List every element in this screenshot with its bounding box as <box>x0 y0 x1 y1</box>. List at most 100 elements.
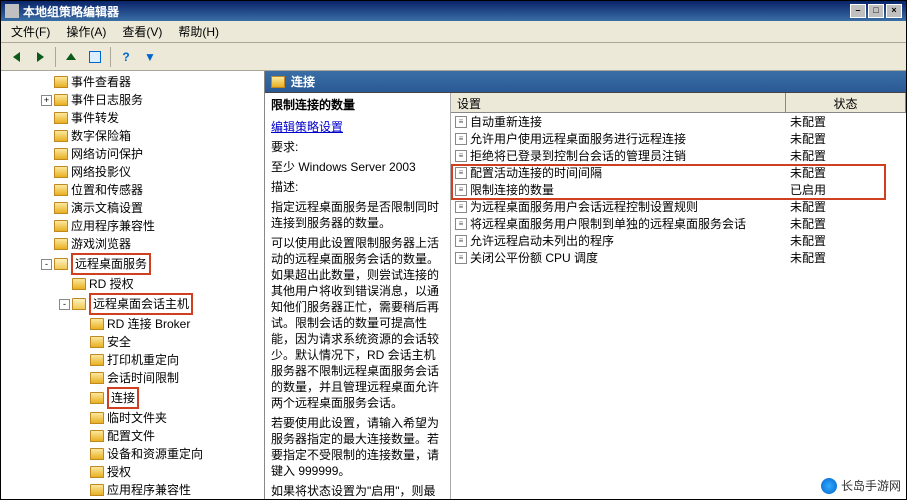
tree-item[interactable]: 临时文件夹 <box>3 409 262 427</box>
folder-icon <box>90 336 104 348</box>
desc-p1: 指定远程桌面服务是否限制同时连接到服务器的数量。 <box>271 199 444 231</box>
tree-item[interactable]: 事件查看器 <box>3 73 262 91</box>
setting-name: 将远程桌面服务用户限制到单独的远程桌面服务会话 <box>470 215 746 232</box>
setting-state: 未配置 <box>786 113 906 130</box>
tree-item[interactable]: 打印机重定向 <box>3 351 262 369</box>
show-hide-button[interactable] <box>84 46 106 68</box>
tree-label: 配置文件 <box>107 427 155 445</box>
app-icon <box>5 4 19 18</box>
tree-label: 应用程序兼容性 <box>71 217 155 235</box>
tree-label: 授权 <box>107 463 131 481</box>
menu-action[interactable]: 操作(A) <box>58 21 114 42</box>
tree-item[interactable]: 事件转发 <box>3 109 262 127</box>
back-button[interactable] <box>5 46 27 68</box>
folder-icon <box>54 202 68 214</box>
close-button[interactable]: × <box>886 4 902 18</box>
setting-row[interactable]: ≡允许用户使用远程桌面服务进行远程连接 未配置 <box>451 130 906 147</box>
setting-row[interactable]: ≡将远程桌面服务用户限制到单独的远程桌面服务会话未配置 <box>451 215 906 232</box>
tree-item[interactable]: 设备和资源重定向 <box>3 445 262 463</box>
tree-item[interactable]: 连接 <box>3 387 262 409</box>
col-state[interactable]: 状态 <box>786 93 906 112</box>
tree-item[interactable]: -远程桌面会话主机 <box>3 293 262 315</box>
menu-view[interactable]: 查看(V) <box>114 21 170 42</box>
list-rows: ≡自动重新连接未配置≡允许用户使用远程桌面服务进行远程连接未配置≡拒绝将已登录到… <box>451 113 906 499</box>
filter-icon: ▼ <box>144 50 156 64</box>
tree-pane[interactable]: 事件查看器 + 事件日志服务事件转发数字保险箱网络访问保护网络投影仪位置和传感器演示… <box>1 71 265 499</box>
tree-item[interactable]: RD 授权 <box>3 275 262 293</box>
titlebar: 本地组策略编辑器 – □ × <box>1 1 906 21</box>
folder-icon <box>54 238 68 250</box>
policy-icon: ≡ <box>455 133 467 145</box>
tree-item[interactable]: -远程桌面服务 <box>3 253 262 275</box>
desc-p4: 如果将状态设置为"启用"，则最大连接数量限制为与服务器上运行的 Windows … <box>271 483 444 499</box>
tree-item[interactable]: 授权 <box>3 463 262 481</box>
help-icon: ? <box>122 50 129 64</box>
arrow-right-icon <box>37 52 44 62</box>
folder-icon <box>54 258 68 270</box>
menu-help[interactable]: 帮助(H) <box>170 21 227 42</box>
tree-item[interactable]: + 事件日志服务 <box>3 91 262 109</box>
setting-row[interactable]: ≡允许远程启动未列出的程序未配置 <box>451 232 906 249</box>
window-title: 本地组策略编辑器 <box>23 3 850 20</box>
menu-file[interactable]: 文件(F) <box>3 21 58 42</box>
setting-row[interactable]: ≡自动重新连接未配置 <box>451 113 906 130</box>
setting-row[interactable]: ≡关闭公平份额 CPU 调度未配置 <box>451 249 906 266</box>
tree-item[interactable]: 网络访问保护 <box>3 145 262 163</box>
tree-item[interactable]: 游戏浏览器 <box>3 235 262 253</box>
setting-row[interactable]: ≡为远程桌面服务用户会话远程控制设置规则未配置 <box>451 198 906 215</box>
tree-item[interactable]: 安全 <box>3 333 262 351</box>
collapse-icon[interactable]: - <box>41 259 52 270</box>
watermark: 长岛手游网 <box>821 477 901 494</box>
tree-label: 位置和传感器 <box>71 181 143 199</box>
maximize-button[interactable]: □ <box>868 4 884 18</box>
setting-state: 未配置 <box>786 147 906 164</box>
collapse-icon[interactable]: - <box>59 299 70 310</box>
tree-item[interactable]: 应用程序兼容性 <box>3 217 262 235</box>
tree-item[interactable]: 应用程序兼容性 <box>3 481 262 499</box>
folder-icon <box>90 412 104 424</box>
folder-icon <box>72 278 86 290</box>
arrow-up-icon <box>66 53 76 60</box>
tree-label: 网络投影仪 <box>71 163 131 181</box>
expand-icon[interactable]: + <box>41 95 52 106</box>
tree-item[interactable]: 位置和传感器 <box>3 181 262 199</box>
setting-name: 关闭公平份额 CPU 调度 <box>470 249 598 266</box>
folder-icon <box>72 298 86 310</box>
help-button[interactable]: ? <box>115 46 137 68</box>
policy-icon: ≡ <box>455 252 467 264</box>
tree-item[interactable]: RD 连接 Broker <box>3 315 262 333</box>
tree-label: 临时文件夹 <box>107 409 167 427</box>
forward-button[interactable] <box>29 46 51 68</box>
app-window: 本地组策略编辑器 – □ × 文件(F) 操作(A) 查看(V) 帮助(H) ?… <box>0 0 907 500</box>
policy-icon: ≡ <box>455 184 467 196</box>
edit-policy-link[interactable]: 编辑策略设置 <box>271 120 343 134</box>
desc-p3: 若要使用此设置，请输入希望为服务器指定的最大连接数量。若要指定不受限制的连接数量… <box>271 415 444 479</box>
tree-label: 事件日志服务 <box>71 91 143 109</box>
setting-name: 允许用户使用远程桌面服务进行远程连接 <box>470 130 686 147</box>
req-label: 要求: <box>271 139 444 155</box>
tree-item[interactable]: 演示文稿设置 <box>3 199 262 217</box>
right-body: 限制连接的数量 编辑策略设置 要求: 至少 Windows Server 200… <box>265 93 906 499</box>
desc-p2: 可以使用此设置限制服务器上活动的远程桌面服务会话的数量。如果超出此数量，则尝试连… <box>271 235 444 411</box>
filter-button[interactable]: ▼ <box>139 46 161 68</box>
req-value: 至少 Windows Server 2003 <box>271 159 444 175</box>
setting-row[interactable]: ≡配置活动连接的时间间隔未配置 <box>451 164 906 181</box>
up-button[interactable] <box>60 46 82 68</box>
setting-row[interactable]: ≡限制连接的数量已启用 <box>451 181 906 198</box>
policy-icon: ≡ <box>455 235 467 247</box>
tree-item[interactable]: 数字保险箱 <box>3 127 262 145</box>
nav-tree: 事件查看器 + 事件日志服务事件转发数字保险箱网络访问保护网络投影仪位置和传感器演示… <box>3 73 262 499</box>
setting-name: 自动重新连接 <box>470 113 542 130</box>
minimize-button[interactable]: – <box>850 4 866 18</box>
tree-item[interactable]: 会话时间限制 <box>3 369 262 387</box>
watermark-text: 长岛手游网 <box>841 477 901 494</box>
folder-icon <box>90 448 104 460</box>
col-setting[interactable]: 设置 <box>451 93 786 112</box>
setting-state: 未配置 <box>786 130 906 147</box>
folder-icon <box>54 220 68 232</box>
right-pane: 连接 限制连接的数量 编辑策略设置 要求: 至少 Windows Server … <box>265 71 906 499</box>
tree-item[interactable]: 配置文件 <box>3 427 262 445</box>
tree-item[interactable]: 网络投影仪 <box>3 163 262 181</box>
setting-row[interactable]: ≡拒绝将已登录到控制台会话的管理员注销未配置 <box>451 147 906 164</box>
folder-icon <box>90 318 104 330</box>
